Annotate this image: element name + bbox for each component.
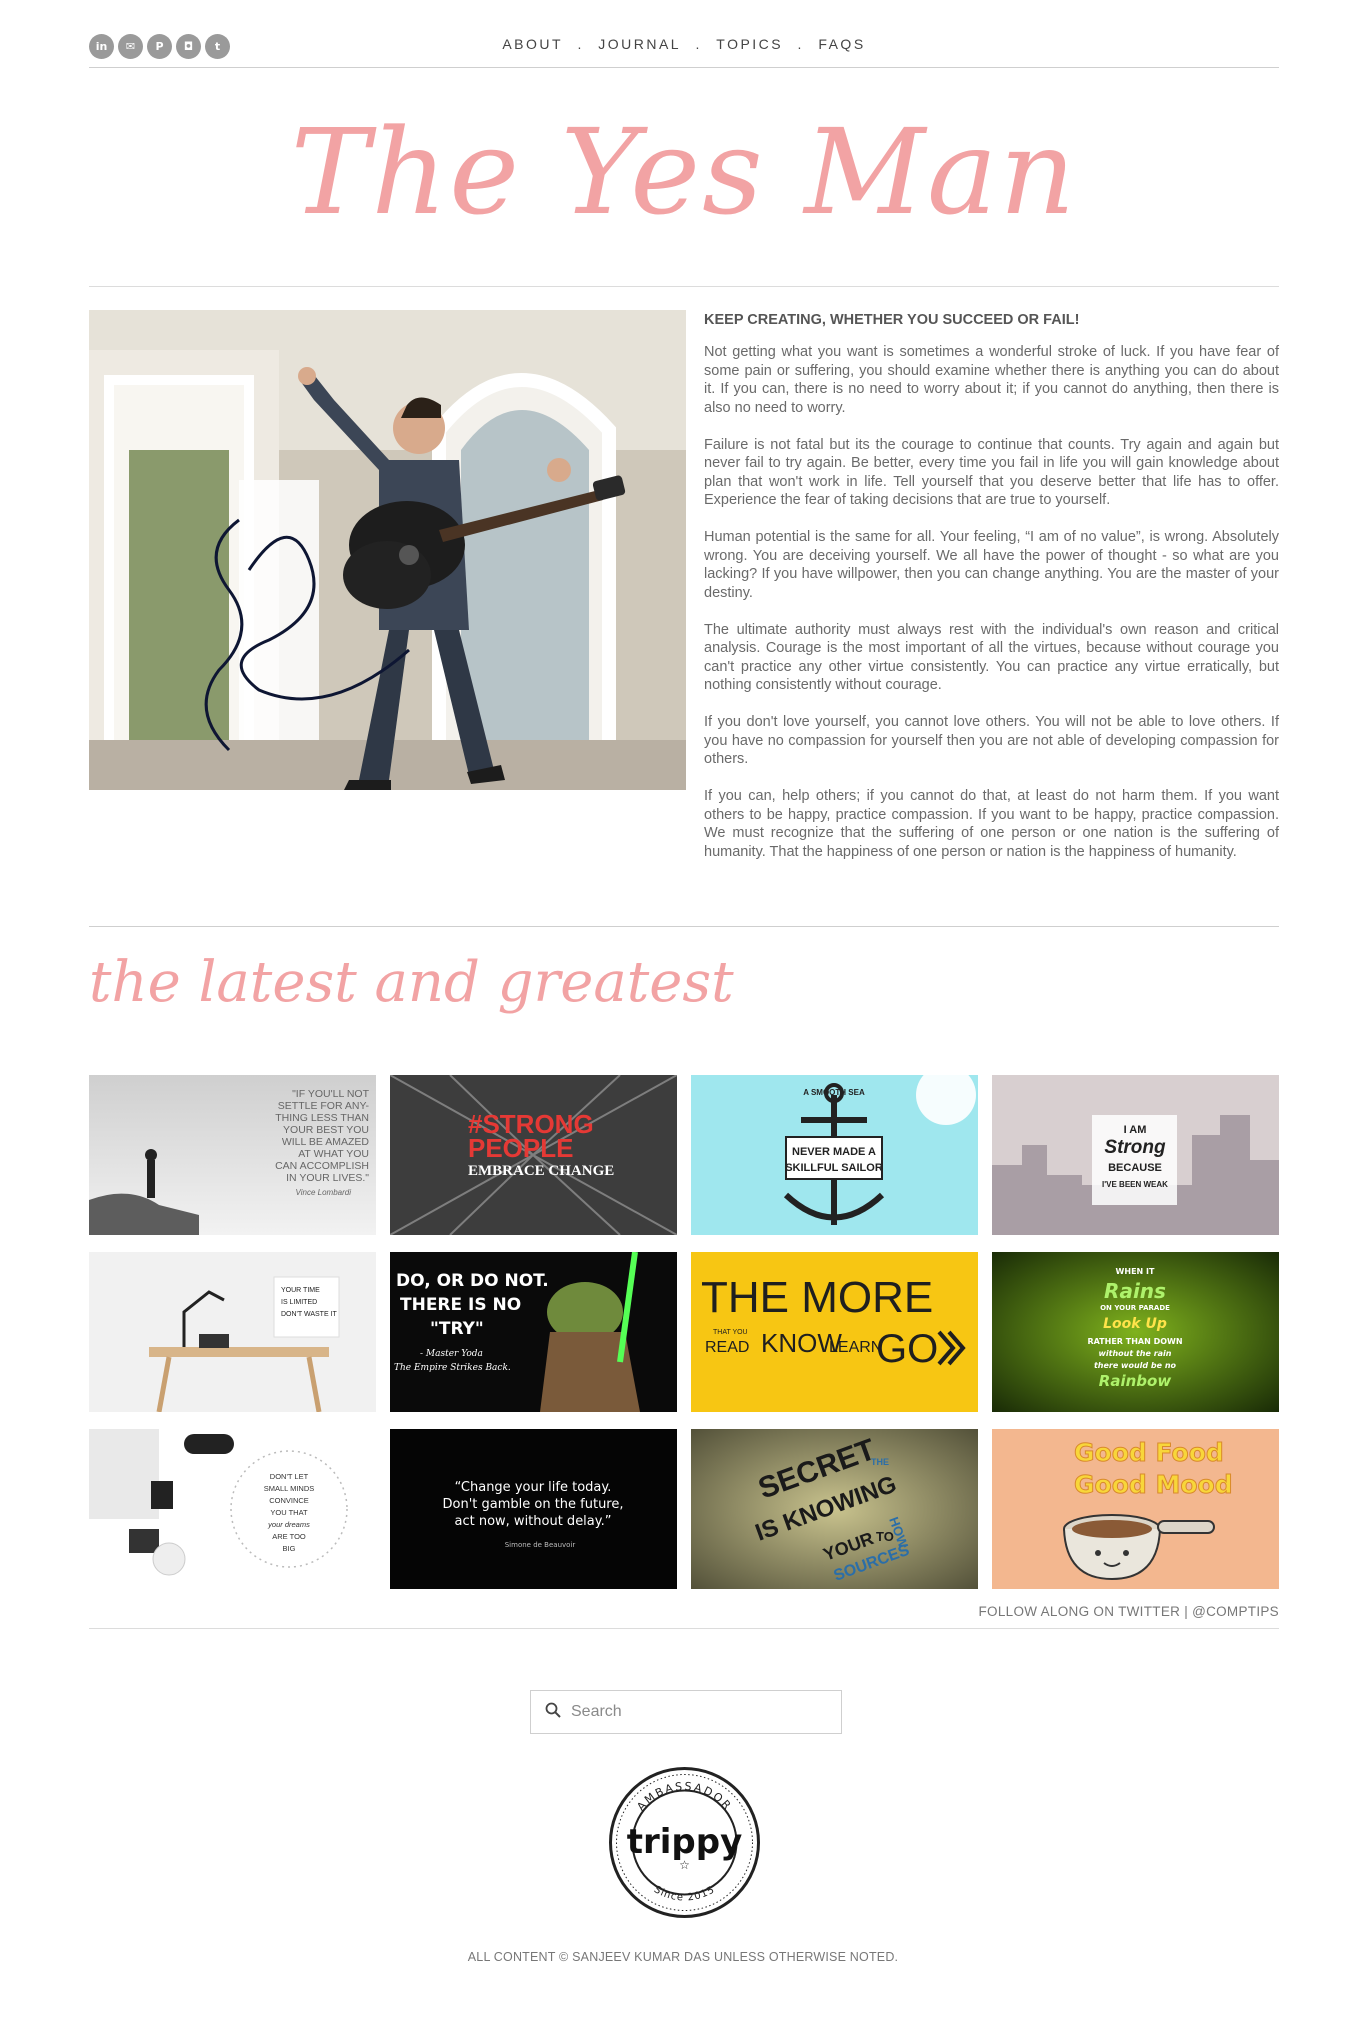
latest-tile[interactable]: SECRET IS KNOWING THE YOUR SOURCES TO HO…: [691, 1429, 978, 1589]
tile-text: Don't gamble on the future,: [442, 1497, 623, 1512]
tile-text: I AM: [1124, 1124, 1147, 1136]
badge-brand: trippy: [627, 1822, 743, 1862]
tile-text: NEVER MADE A: [792, 1146, 876, 1158]
tile-text: "TRY": [430, 1319, 484, 1339]
tile-text: A SMOOTH SEA: [803, 1088, 865, 1097]
divider: [89, 1628, 1279, 1629]
tile-text: YOU THAT: [270, 1508, 308, 1517]
tile-text: READ: [705, 1339, 749, 1356]
tile-text: without the rain: [1099, 1349, 1172, 1358]
tile-text: WILL BE AMAZED: [282, 1136, 370, 1148]
latest-tile[interactable]: A SMOOTH SEA NEVER MADE A SKILLFUL SAILO…: [691, 1075, 978, 1235]
nav-separator: .: [577, 36, 584, 52]
latest-tile[interactable]: "IF YOU'LL NOT SETTLE FOR ANY- THING LES…: [89, 1075, 376, 1235]
latest-grid: "IF YOU'LL NOT SETTLE FOR ANY- THING LES…: [89, 1075, 1279, 1589]
latest-tile[interactable]: Good Food Good Mood: [992, 1429, 1279, 1589]
latest-tile[interactable]: “Change your life today. Don't gamble on…: [390, 1429, 677, 1589]
tile-text: your dreams: [267, 1520, 310, 1529]
nav-separator: .: [797, 36, 804, 52]
tile-text: Good Food: [1074, 1438, 1224, 1467]
tile-text: The Empire Strikes Back.: [394, 1363, 511, 1373]
tile-text: I'VE BEEN WEAK: [1102, 1180, 1168, 1189]
tile-text: THE: [871, 1457, 889, 1467]
tile-text: BIG: [283, 1544, 296, 1553]
tile-text: PEOPLE: [468, 1133, 573, 1163]
top-bar: in ✉ P ◘ t ABOUT . JOURNAL . TOPICS . FA…: [89, 30, 1279, 68]
post-body: KEEP CREATING, WHETHER YOU SUCCEED OR FA…: [704, 310, 1279, 880]
featured-photo: [89, 310, 686, 790]
tile-text: EMBRACE CHANGE: [468, 1163, 614, 1179]
tile-text: Strong: [1104, 1137, 1166, 1158]
tile-text: "IF YOU'LL NOT: [292, 1088, 370, 1100]
tile-text: SKILLFUL SAILOR: [785, 1162, 883, 1174]
tile-text: - Master Yoda: [420, 1349, 483, 1359]
divider: [89, 286, 1279, 287]
tile-text: THE MORE: [701, 1273, 933, 1322]
follow-twitter-link[interactable]: FOLLOW ALONG ON TWITTER | @COMPTIPS: [979, 1604, 1280, 1619]
tile-text: act now, without delay.”: [455, 1514, 612, 1529]
tile-text: Look Up: [1103, 1316, 1167, 1332]
latest-tile[interactable]: #STRONG PEOPLE EMBRACE CHANGE: [390, 1075, 677, 1235]
tile-text: ARE TOO: [272, 1532, 306, 1541]
tile-text: Vince Lombardi: [296, 1188, 352, 1197]
search-input[interactable]: [571, 1703, 821, 1721]
post-paragraph: The ultimate authority must always rest …: [704, 621, 1279, 694]
tile-text: YOUR BEST YOU: [283, 1124, 369, 1136]
nav-about[interactable]: ABOUT: [502, 36, 563, 52]
post-paragraph: If you can, help others; if you cannot d…: [704, 788, 1279, 860]
tile-text: IS LIMITED: [281, 1299, 317, 1306]
trippy-ambassador-badge[interactable]: AMBASSADOR trippy ☆ Since 2015: [607, 1765, 762, 1920]
tile-text: Rains: [1104, 1279, 1166, 1303]
latest-tile[interactable]: YOUR TIME IS LIMITED DON'T WASTE IT: [89, 1252, 376, 1412]
footer-copyright: ALL CONTENT © SANJEEV KUMAR DAS UNLESS O…: [467, 1950, 899, 1964]
tile-text: GO: [876, 1327, 938, 1371]
post-paragraph: If you don't love yourself, you cannot l…: [704, 714, 1279, 767]
tile-text: THERE IS NO: [400, 1295, 521, 1315]
tile-text: BECAUSE: [1108, 1162, 1162, 1174]
nav-journal[interactable]: JOURNAL: [598, 36, 681, 52]
tile-text: CAN ACCOMPLISH: [275, 1160, 369, 1172]
tile-text: DO, OR DO NOT.: [396, 1271, 549, 1291]
latest-tile[interactable]: DON'T LET SMALL MINDS CONVINCE YOU THAT …: [89, 1429, 376, 1589]
nav-topics[interactable]: TOPICS: [716, 36, 783, 52]
tile-text: RATHER THAN DOWN: [1087, 1337, 1182, 1346]
tile-text: THING LESS THAN: [275, 1112, 369, 1124]
nav-separator: .: [695, 36, 702, 52]
latest-tile[interactable]: DO, OR DO NOT. THERE IS NO "TRY" - Maste…: [390, 1252, 677, 1412]
latest-tile[interactable]: WHEN IT Rains ON YOUR PARADE Look Up RAT…: [992, 1252, 1279, 1412]
latest-tile[interactable]: I AM Strong BECAUSE I'VE BEEN WEAK: [992, 1075, 1279, 1235]
tile-text: ON YOUR PARADE: [1100, 1304, 1170, 1312]
tile-text: YOUR TIME: [281, 1287, 320, 1294]
post-paragraph: Human potential is the same for all. You…: [704, 529, 1279, 601]
site-title[interactable]: The Yes Man: [89, 80, 1279, 265]
tile-text: SETTLE FOR ANY-: [278, 1100, 370, 1112]
post-heading[interactable]: KEEP CREATING, WHETHER YOU SUCCEED OR FA…: [704, 312, 1279, 328]
tile-text: DON'T WASTE IT: [281, 1311, 338, 1318]
tile-text: Good Mood: [1074, 1470, 1233, 1499]
tile-text: CONVINCE: [269, 1496, 309, 1505]
search-box: [530, 1690, 842, 1734]
tile-text: IN YOUR LIVES.": [286, 1172, 369, 1184]
tile-text: Simone de Beauvoir: [505, 1541, 576, 1549]
divider: [89, 926, 1279, 927]
tile-text: LEARN: [829, 1339, 882, 1356]
search-icon: [545, 1702, 561, 1723]
star-icon: ☆: [679, 1858, 690, 1872]
tile-text: WHEN IT: [1116, 1267, 1155, 1276]
post-paragraph: Not getting what you want is sometimes a…: [704, 344, 1279, 416]
latest-heading: the latest and greatest: [89, 950, 734, 1015]
nav-faqs[interactable]: FAQS: [818, 36, 865, 52]
tile-text: Rainbow: [1099, 1372, 1172, 1390]
tile-text: AT WHAT YOU: [298, 1148, 369, 1160]
post-paragraph: Failure is not fatal but its the courage…: [704, 436, 1279, 509]
tile-text: there would be no: [1094, 1361, 1177, 1370]
tile-text: “Change your life today.: [455, 1480, 612, 1495]
tile-text: DON'T LET: [270, 1472, 309, 1481]
latest-tile[interactable]: THE MORE THAT YOU READ KNOW LEARN GO: [691, 1252, 978, 1412]
tile-text: THAT YOU: [713, 1329, 748, 1336]
tile-text: SMALL MINDS: [264, 1484, 315, 1493]
main-nav: ABOUT . JOURNAL . TOPICS . FAQS: [89, 36, 1279, 52]
